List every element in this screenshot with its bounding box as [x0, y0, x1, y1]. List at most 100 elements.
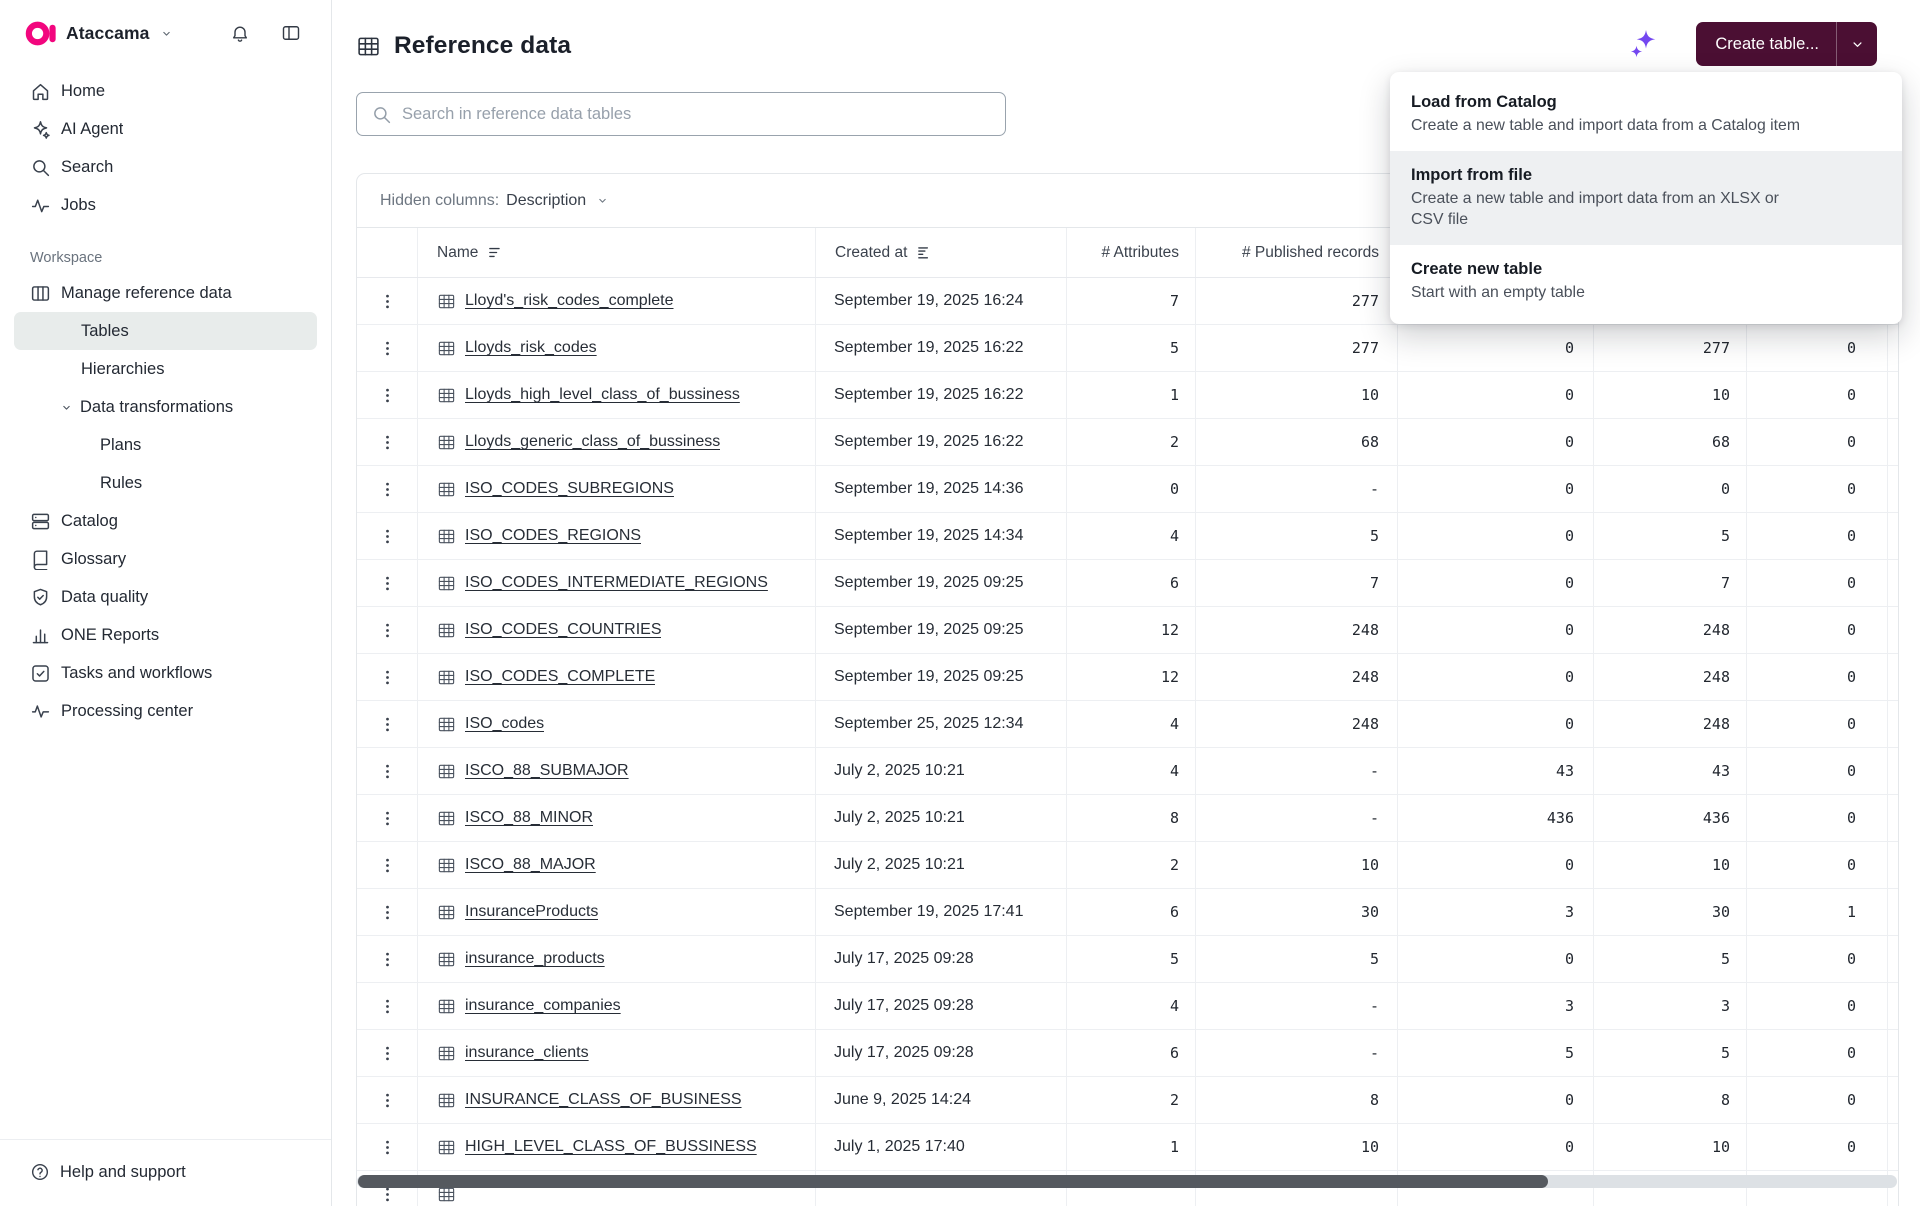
row-actions-button[interactable]	[357, 325, 418, 371]
kebab-icon	[378, 856, 397, 875]
row-actions-button[interactable]	[357, 466, 418, 512]
sidebar-item-data-quality[interactable]: Data quality	[14, 578, 317, 616]
row-actions-button[interactable]	[357, 748, 418, 794]
extra-cell-3: 0	[1747, 936, 1888, 982]
create-table-button[interactable]: Create table...	[1696, 22, 1877, 66]
home-icon	[30, 81, 51, 102]
kebab-icon	[378, 903, 397, 922]
column-header-published-records[interactable]: # Published records	[1196, 228, 1398, 277]
extra-cell-1: 0	[1398, 842, 1594, 888]
table-name-link[interactable]: insurance_products	[465, 950, 605, 968]
table-name-link[interactable]: ISO_codes	[465, 715, 544, 733]
chevron-down-icon[interactable]	[1837, 37, 1877, 52]
row-actions-button[interactable]	[357, 419, 418, 465]
row-actions-button[interactable]	[357, 654, 418, 700]
extra-cell-1: 0	[1398, 607, 1594, 653]
row-actions-button[interactable]	[357, 842, 418, 888]
kebab-icon	[378, 386, 397, 405]
sidebar-item-catalog[interactable]: Catalog	[14, 502, 317, 540]
sidebar-footer: Help and support	[0, 1139, 331, 1206]
table-name-link[interactable]: ISO_CODES_COMPLETE	[465, 668, 655, 686]
table-name-link[interactable]: ISCO_88_MAJOR	[465, 856, 596, 874]
name-cell: InsuranceProducts	[418, 889, 816, 935]
sidebar-item-hierarchies[interactable]: Hierarchies	[14, 350, 317, 388]
sidebar-item-plans[interactable]: Plans	[14, 426, 317, 464]
table-name-link[interactable]: ISO_CODES_REGIONS	[465, 527, 641, 545]
sidebar-item-manage-reference-data[interactable]: Manage reference data	[14, 274, 317, 312]
menu-item-import-from-file[interactable]: Import from file Create a new table and …	[1390, 151, 1902, 245]
reference-data-icon	[356, 34, 381, 59]
table-name-link[interactable]: insurance_clients	[465, 1044, 589, 1062]
kebab-icon	[378, 292, 397, 311]
table-name-link[interactable]: ISO_CODES_SUBREGIONS	[465, 480, 674, 498]
table-name-link[interactable]: HIGH_LEVEL_CLASS_OF_BUSSINESS	[465, 1138, 757, 1156]
row-actions-button[interactable]	[357, 889, 418, 935]
kebab-icon	[378, 997, 397, 1016]
row-actions-button[interactable]	[357, 1124, 418, 1170]
menu-item-create-new-table[interactable]: Create new table Start with an empty tab…	[1390, 245, 1902, 318]
table-name-link[interactable]: ISO_CODES_INTERMEDIATE_REGIONS	[465, 574, 768, 592]
menu-item-load-from-catalog[interactable]: Load from Catalog Create a new table and…	[1390, 78, 1902, 151]
row-actions-button[interactable]	[357, 1077, 418, 1123]
help-label: Help and support	[60, 1163, 186, 1182]
created-at-cell: September 19, 2025 14:34	[816, 513, 1067, 559]
sidebar-item-one-reports[interactable]: ONE Reports	[14, 616, 317, 654]
column-header-name[interactable]: Name	[418, 228, 816, 277]
sidebar-item-search[interactable]: Search	[14, 148, 317, 186]
sidebar-item-tables[interactable]: Tables	[14, 312, 317, 350]
name-cell: ISO_CODES_COUNTRIES	[418, 607, 816, 653]
name-cell: ISO_CODES_COMPLETE	[418, 654, 816, 700]
search-input[interactable]	[402, 105, 991, 124]
help-and-support-button[interactable]: Help and support	[14, 1153, 317, 1191]
sidebar-item-glossary[interactable]: Glossary	[14, 540, 317, 578]
scrollbar-thumb[interactable]	[358, 1175, 1548, 1188]
extra-cell-3: 0	[1747, 1124, 1888, 1170]
sidebar-item-tasks-and-workflows[interactable]: Tasks and workflows	[14, 654, 317, 692]
sidebar-item-jobs[interactable]: Jobs	[14, 186, 317, 224]
column-header-attributes[interactable]: # Attributes	[1067, 228, 1196, 277]
extra-cell-2: 5	[1594, 1030, 1747, 1076]
column-header-created-at[interactable]: Created at	[816, 228, 1067, 277]
row-actions-button[interactable]	[357, 372, 418, 418]
row-actions-button[interactable]	[357, 936, 418, 982]
extra-cell-2: 0	[1594, 466, 1747, 512]
extra-cell-1: 5	[1398, 1030, 1594, 1076]
chevron-down-icon[interactable]	[160, 27, 173, 40]
sort-icon[interactable]	[487, 244, 504, 261]
sidebar-item-processing-center[interactable]: Processing center	[14, 692, 317, 730]
ai-sparkle-icon[interactable]	[1629, 28, 1659, 58]
row-actions-button[interactable]	[357, 795, 418, 841]
sidebar-item-home[interactable]: Home	[14, 72, 317, 110]
table-icon	[437, 856, 456, 875]
sidebar-item-rules[interactable]: Rules	[14, 464, 317, 502]
table-name-link[interactable]: ISCO_88_SUBMAJOR	[465, 762, 629, 780]
sort-icon[interactable]	[916, 244, 933, 261]
row-actions-button[interactable]	[357, 278, 418, 324]
row-actions-button[interactable]	[357, 1030, 418, 1076]
extra-cell-1: 3	[1398, 889, 1594, 935]
table-name-link[interactable]: InsuranceProducts	[465, 903, 598, 921]
horizontal-scrollbar[interactable]	[357, 1175, 1897, 1188]
row-actions-button[interactable]	[357, 560, 418, 606]
bell-icon[interactable]	[230, 23, 250, 43]
table-name-link[interactable]: Lloyds_high_level_class_of_bussiness	[465, 386, 740, 404]
table-name-link[interactable]: Lloyd's_risk_codes_complete	[465, 292, 674, 310]
attributes-cell: 6	[1067, 560, 1196, 606]
sidebar-collapse-icon[interactable]	[281, 23, 301, 43]
table-name-link[interactable]: insurance_companies	[465, 997, 621, 1015]
created-at-cell: September 19, 2025 16:22	[816, 372, 1067, 418]
table-row: ISO_CODES_SUBREGIONS September 19, 2025 …	[357, 466, 1898, 513]
table-name-link[interactable]: ISO_CODES_COUNTRIES	[465, 621, 661, 639]
table-name-link[interactable]: Lloyds_risk_codes	[465, 339, 597, 357]
table-name-link[interactable]: Lloyds_generic_class_of_bussiness	[465, 433, 720, 451]
sidebar-item-data-transformations[interactable]: Data transformations	[14, 388, 317, 426]
row-actions-button[interactable]	[357, 701, 418, 747]
row-actions-button[interactable]	[357, 513, 418, 559]
table-name-link[interactable]: ISCO_88_MINOR	[465, 809, 593, 827]
row-actions-button[interactable]	[357, 983, 418, 1029]
page-title: Reference data	[356, 26, 571, 66]
table-row: ISO_CODES_INTERMEDIATE_REGIONS September…	[357, 560, 1898, 607]
row-actions-button[interactable]	[357, 607, 418, 653]
sidebar-item-ai-agent[interactable]: AI Agent	[14, 110, 317, 148]
table-name-link[interactable]: INSURANCE_CLASS_OF_BUSINESS	[465, 1091, 742, 1109]
